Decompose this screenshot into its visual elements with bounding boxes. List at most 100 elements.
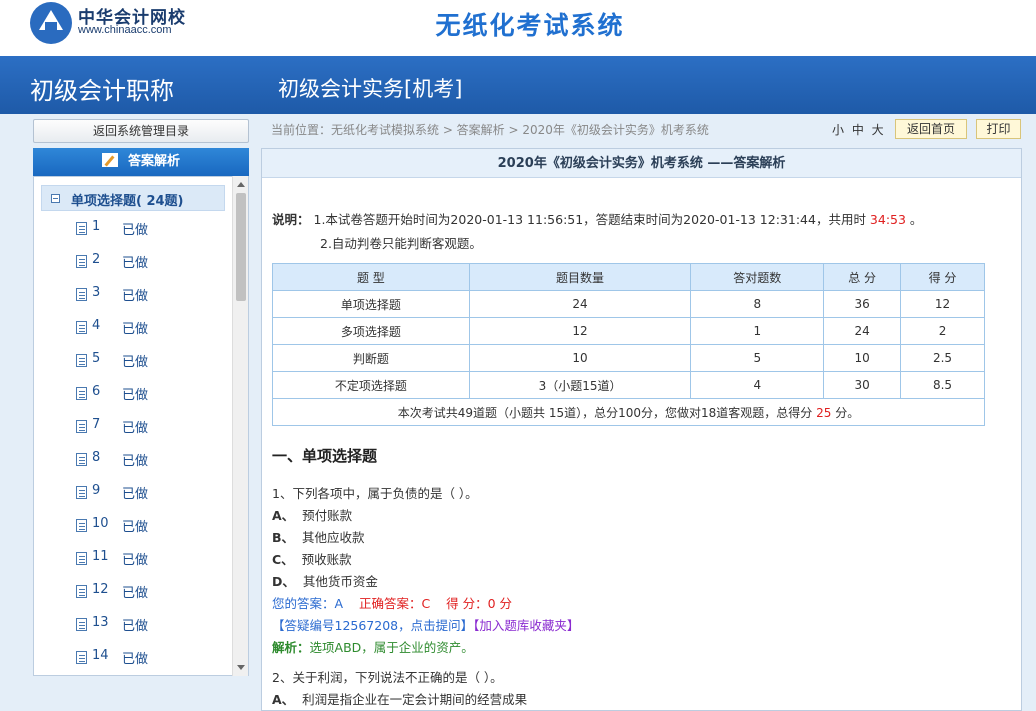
option-text: 预收账款 xyxy=(301,552,352,567)
question-status: 已做 xyxy=(122,355,149,370)
question-stem: 1、下列各项中，属于负债的是（ ）。 xyxy=(272,486,478,501)
table-cell: 多项选择题 xyxy=(272,317,470,345)
scroll-down-arrow-icon[interactable] xyxy=(237,665,245,670)
question-number: 1 xyxy=(92,219,101,234)
note-suffix: 。 xyxy=(905,212,923,227)
note-text-1: 1.本试卷答题开始时间为2020-01-13 11:56:51，答题结束时间为2… xyxy=(313,212,870,227)
exam-category: 初级会计职称 xyxy=(30,77,174,105)
score-table: 题 型 题目数量 答对题数 总 分 得 分 单项选择题 24 8 36 12 多… xyxy=(272,263,985,426)
summary-text: 本次考试共49道题（小题共 15道），总分100分，您做对18道客观题，总得分 xyxy=(397,405,817,420)
answer-line: 您的答案：A 正确答案：C 得 分：0 分 xyxy=(272,593,512,612)
table-row: 判断题 10 5 10 2.5 xyxy=(272,344,985,372)
table-row: 多项选择题 12 1 24 2 xyxy=(272,317,985,345)
subject-banner: 初级会计职称 初级会计实务[机考] xyxy=(0,56,1036,114)
font-size-switch[interactable]: 小 中 大 xyxy=(832,121,884,138)
question-number: 14 xyxy=(92,648,109,663)
question-status: 已做 xyxy=(122,322,149,337)
option-text: 其他应收款 xyxy=(301,530,365,545)
breadcrumb: 当前位置：无纸化考试模拟系统 > 答案解析 > 2020年《初级会计实务》机考系… xyxy=(271,123,709,137)
sidebar-scrollbar[interactable] xyxy=(232,176,248,676)
question-nav-item[interactable]: 13 已做 xyxy=(76,615,226,635)
your-answer: 您的答案：A xyxy=(272,596,344,611)
question-nav-item[interactable]: 10 已做 xyxy=(76,516,226,536)
option-b: B、 其他应收款 xyxy=(272,527,365,546)
question-status: 已做 xyxy=(122,454,149,469)
question-status: 已做 xyxy=(122,487,149,502)
table-cell: 36 xyxy=(823,290,902,318)
question-group-single-choice[interactable]: 单项选择题( 24题) xyxy=(41,185,225,211)
question-nav-item[interactable]: 6 已做 xyxy=(76,384,226,404)
question-number: 7 xyxy=(92,417,101,432)
question-number: 6 xyxy=(92,384,101,399)
analysis-text: 选项ABD，属于企业的资产。 xyxy=(309,640,474,655)
back-to-directory-button[interactable]: 返回系统管理目录 xyxy=(33,119,249,143)
group-label: 单项选择题( 24题) xyxy=(71,194,184,209)
table-cell: 10 xyxy=(468,344,692,372)
option-letter: B、 xyxy=(272,530,295,545)
question-nav-item[interactable]: 7 已做 xyxy=(76,417,226,437)
question-nav-item[interactable]: 14 已做 xyxy=(76,648,226,668)
document-icon xyxy=(76,255,87,268)
question-nav-item[interactable]: 11 已做 xyxy=(76,549,226,569)
scroll-up-arrow-icon[interactable] xyxy=(237,182,245,187)
table-cell: 12 xyxy=(468,317,692,345)
column-header: 答对题数 xyxy=(690,263,825,291)
home-button[interactable]: 返回首页 xyxy=(895,119,967,139)
option-letter: A、 xyxy=(272,508,295,523)
question-nav-item[interactable]: 8 已做 xyxy=(76,450,226,470)
question-score: 得 分：0 分 xyxy=(446,596,513,611)
question-number: 2 xyxy=(92,252,101,267)
table-cell: 8.5 xyxy=(900,371,985,399)
question-status: 已做 xyxy=(122,388,149,403)
exam-subject: 初级会计实务[机考] xyxy=(278,77,463,101)
question-nav-item[interactable]: 3 已做 xyxy=(76,285,226,305)
table-cell: 24 xyxy=(823,317,902,345)
question-nav-panel: 单项选择题( 24题) 1 已做 2 已做 3 已做 4 已做 5 已做 6 已做 7 已做 … xyxy=(33,176,249,676)
table-cell: 2.5 xyxy=(900,344,985,372)
table-summary: 本次考试共49道题（小题共 15道），总分100分，您做对18道客观题，总得分 … xyxy=(272,398,985,426)
question-status: 已做 xyxy=(122,520,149,535)
question-nav-item[interactable]: 12 已做 xyxy=(76,582,226,602)
document-icon xyxy=(76,387,87,400)
document-icon xyxy=(76,288,87,301)
add-favorite-link[interactable]: 【加入题库收藏夹】 xyxy=(473,618,579,633)
question-number: 11 xyxy=(92,549,109,564)
table-summary-row: 本次考试共49道题（小题共 15道），总分100分，您做对18道客观题，总得分 … xyxy=(272,398,985,426)
table-cell: 3（小题15道） xyxy=(468,371,692,399)
question-status: 已做 xyxy=(122,586,149,601)
question-status: 已做 xyxy=(122,256,149,271)
question-nav-item[interactable]: 9 已做 xyxy=(76,483,226,503)
question-nav-item[interactable]: 2 已做 xyxy=(76,252,226,272)
question-nav-item[interactable]: 1 已做 xyxy=(76,219,226,239)
question-status: 已做 xyxy=(122,619,149,634)
question-number: 12 xyxy=(92,582,109,597)
scroll-thumb[interactable] xyxy=(236,193,246,301)
print-button[interactable]: 打印 xyxy=(976,119,1021,139)
note-line-2: 2.自动判卷只能判断客观题。 xyxy=(320,236,482,251)
column-header: 题 型 xyxy=(272,263,470,291)
document-icon xyxy=(76,222,87,235)
sidebar-header: 答案解析 xyxy=(33,148,249,176)
option-d: D、 其他货币资金 xyxy=(272,571,378,590)
option-text: 其他货币资金 xyxy=(302,574,378,589)
question-nav-item[interactable]: 4 已做 xyxy=(76,318,226,338)
question-stem: 2、关于利润，下列说法不正确的是（ ）。 xyxy=(272,670,503,685)
ask-question-link[interactable]: 【答疑编号12567208，点击提问】 xyxy=(272,618,473,633)
question-status: 已做 xyxy=(122,553,149,568)
option-letter: D、 xyxy=(272,574,295,589)
table-cell: 12 xyxy=(900,290,985,318)
sidebar-title: 答案解析 xyxy=(127,154,180,169)
table-cell: 判断题 xyxy=(272,344,470,372)
table-cell: 30 xyxy=(823,371,902,399)
option-a: A、 预付账款 xyxy=(272,505,352,524)
table-cell: 1 xyxy=(690,317,825,345)
table-cell: 5 xyxy=(690,344,825,372)
question-status: 已做 xyxy=(122,289,149,304)
question-number: 13 xyxy=(92,615,109,630)
question-nav-item[interactable]: 5 已做 xyxy=(76,351,226,371)
question-number: 4 xyxy=(92,318,101,333)
correct-answer: 正确答案：C xyxy=(358,596,431,611)
document-icon xyxy=(76,618,87,631)
table-cell: 2 xyxy=(900,317,985,345)
collapse-icon[interactable] xyxy=(51,194,60,203)
